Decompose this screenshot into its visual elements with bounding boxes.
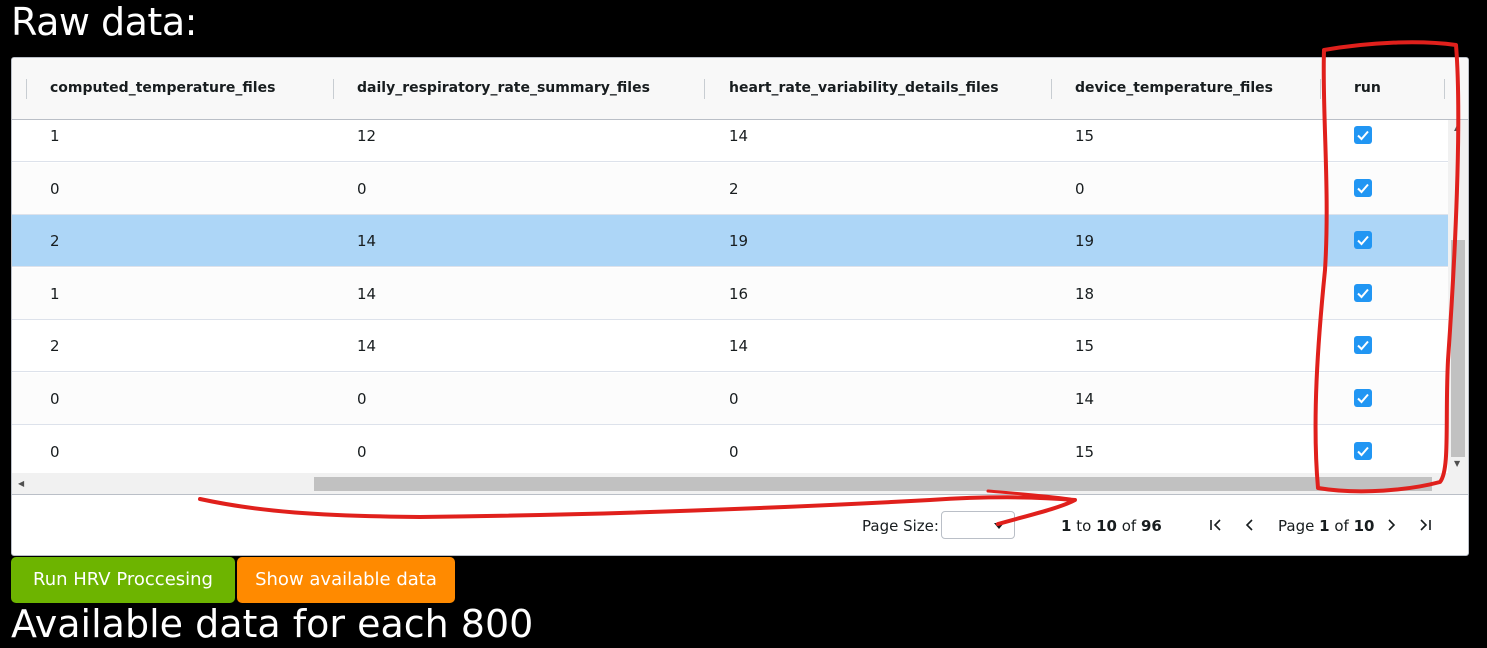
table-cell: 14 <box>729 127 749 145</box>
vertical-scrollbar[interactable]: ▲ ▼ <box>1448 120 1468 473</box>
table-cell: 18 <box>1075 284 1095 303</box>
horizontal-scrollbar[interactable]: ◀ <box>12 473 1448 495</box>
run-checkbox[interactable] <box>1354 336 1372 355</box>
page-of-word: of <box>1334 517 1349 535</box>
table-cell: 0 <box>50 442 60 461</box>
row-of-word: of <box>1121 517 1137 535</box>
show-available-data-button[interactable]: Show available data <box>237 557 455 603</box>
check-icon <box>1357 236 1369 246</box>
table-cell: 2 <box>50 232 60 251</box>
column-header-computed-temperature[interactable]: computed_temperature_files <box>50 58 275 119</box>
table-cell: 0 <box>357 390 367 408</box>
table-cell: 14 <box>729 337 749 356</box>
table-cell: 0 <box>729 390 739 408</box>
table-cell: 16 <box>729 284 749 303</box>
table-cell: 0 <box>50 179 60 198</box>
check-icon <box>1357 446 1369 457</box>
next-page-button[interactable] <box>1382 515 1402 537</box>
table-cell: 0 <box>1075 179 1085 198</box>
scroll-down-icon[interactable]: ▼ <box>1454 460 1460 468</box>
last-page-icon <box>1420 519 1431 531</box>
grid-body: 1 12 14 15 0 0 2 0 2 14 19 19 1 14 16 18 2 14 14 15 0 0 0 14 0 0 0… <box>12 120 1448 473</box>
page-title: Raw data: <box>11 0 197 44</box>
table-row[interactable]: 1 14 16 18 <box>12 267 1448 320</box>
table-cell: 0 <box>357 442 367 461</box>
dropdown-caret-icon <box>994 523 1004 529</box>
scroll-left-icon[interactable]: ◀ <box>18 480 24 488</box>
table-cell: 1 <box>50 127 60 145</box>
header-separator[interactable] <box>1444 79 1445 99</box>
table-row[interactable]: 0 0 2 0 <box>12 162 1448 215</box>
vertical-scroll-thumb[interactable] <box>1451 240 1465 457</box>
table-cell: 15 <box>1075 337 1095 356</box>
header-separator <box>26 79 27 99</box>
column-header-device-temperature[interactable]: device_temperature_files <box>1075 58 1273 119</box>
run-checkbox[interactable] <box>1354 126 1372 144</box>
table-cell: 14 <box>357 232 377 251</box>
table-cell: 2 <box>50 337 60 356</box>
table-row[interactable]: 0 0 0 15 <box>12 425 1448 473</box>
check-icon <box>1357 393 1369 404</box>
row-summary: 1 to 10 of 96 <box>1061 515 1162 537</box>
horizontal-scroll-thumb[interactable] <box>314 477 1432 491</box>
current-page: 1 <box>1319 517 1330 535</box>
scroll-up-icon[interactable]: ▲ <box>1454 124 1460 132</box>
table-cell: 14 <box>357 284 377 303</box>
table-cell: 14 <box>1075 390 1095 408</box>
section-heading: Available data for each 800 <box>11 602 534 646</box>
total-pages: 10 <box>1353 517 1375 535</box>
page-size-select[interactable] <box>941 511 1015 539</box>
prev-page-button[interactable] <box>1241 515 1261 537</box>
run-checkbox[interactable] <box>1354 283 1372 302</box>
header-separator[interactable] <box>1051 79 1052 99</box>
check-icon <box>1357 288 1369 299</box>
table-cell: 0 <box>729 442 739 461</box>
column-header-daily-respiratory[interactable]: daily_respiratory_rate_summary_files <box>357 58 650 119</box>
next-page-icon <box>1388 519 1396 531</box>
table-cell: 0 <box>357 179 367 198</box>
table-cell: 19 <box>729 232 749 251</box>
data-grid: computed_temperature_files daily_respira… <box>11 57 1469 556</box>
scrollbar-corner <box>1448 473 1468 495</box>
check-icon <box>1357 183 1369 194</box>
row-to: 10 <box>1096 517 1117 535</box>
grid-header: computed_temperature_files daily_respira… <box>12 58 1468 120</box>
column-header-hrv-details[interactable]: heart_rate_variability_details_files <box>729 58 999 119</box>
page-summary: Page 1 of 10 <box>1278 515 1374 537</box>
table-cell: 2 <box>729 179 739 198</box>
table-cell: 15 <box>1075 442 1095 461</box>
table-row[interactable]: 0 0 0 14 <box>12 373 1448 425</box>
header-separator[interactable] <box>1320 79 1321 99</box>
run-checkbox[interactable] <box>1354 389 1372 407</box>
last-page-button[interactable] <box>1416 515 1436 537</box>
table-row[interactable]: 2 14 14 15 <box>12 320 1448 373</box>
table-cell: 15 <box>1075 127 1095 145</box>
pagination-panel: Page Size: 1 to 10 of 96 Page 1 of 10 <box>12 495 1468 555</box>
table-cell: 14 <box>357 337 377 356</box>
check-icon <box>1357 341 1369 351</box>
run-checkbox[interactable] <box>1354 441 1372 460</box>
column-header-run[interactable]: run <box>1354 58 1381 119</box>
first-page-button[interactable] <box>1207 515 1227 537</box>
row-from: 1 <box>1061 517 1072 535</box>
row-total: 96 <box>1140 517 1162 535</box>
header-separator[interactable] <box>333 79 334 99</box>
first-page-icon <box>1210 519 1221 531</box>
run-checkbox[interactable] <box>1354 178 1372 197</box>
prev-page-icon <box>1245 519 1253 531</box>
table-cell: 19 <box>1075 232 1095 251</box>
header-separator[interactable] <box>704 79 705 99</box>
table-cell: 12 <box>357 127 377 145</box>
run-hrv-processing-button[interactable]: Run HRV Proccesing <box>11 557 235 603</box>
table-row[interactable]: 1 12 14 15 <box>12 120 1448 162</box>
run-checkbox[interactable] <box>1354 231 1372 250</box>
table-cell: 0 <box>50 390 60 408</box>
page-word: Page <box>1278 517 1315 535</box>
table-cell: 1 <box>50 284 60 303</box>
table-row[interactable]: 2 14 19 19 <box>12 215 1448 268</box>
page-size-label: Page Size: <box>862 517 939 535</box>
check-icon <box>1357 130 1369 141</box>
row-to-word: to <box>1076 517 1092 535</box>
